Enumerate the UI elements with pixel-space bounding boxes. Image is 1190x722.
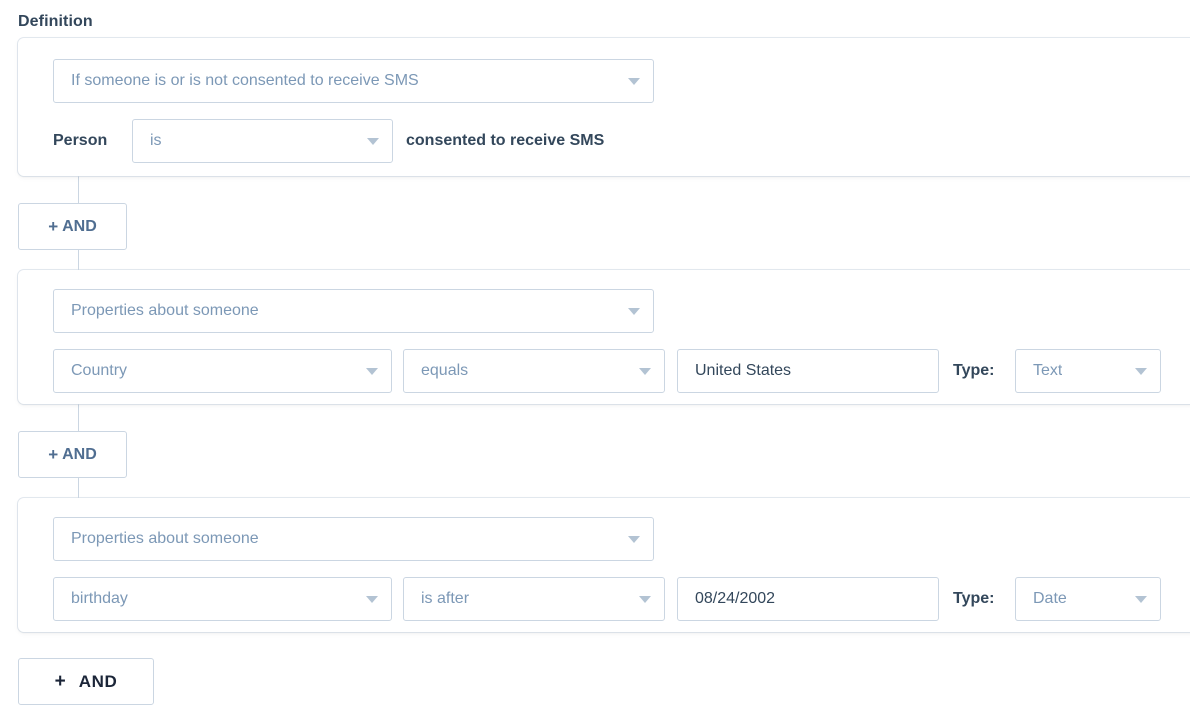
value-input-2-value: United States xyxy=(695,362,792,379)
person-label: Person xyxy=(53,132,108,149)
consent-operator-select[interactable]: is xyxy=(132,119,393,163)
chevron-down-icon xyxy=(1135,596,1147,603)
page-title: Definition xyxy=(18,13,93,30)
value-type-select-3[interactable]: Date xyxy=(1015,577,1161,621)
add-and-condition-button-2[interactable]: + AND xyxy=(18,431,127,478)
consent-suffix-label: consented to receive SMS xyxy=(406,132,605,149)
filter-group-2: Properties about someone Country equals … xyxy=(18,270,1190,404)
filter-type-select-3-value: Properties about someone xyxy=(71,530,259,547)
filter-type-select-1-value: If someone is or is not consented to rec… xyxy=(71,72,419,89)
chevron-down-icon xyxy=(628,308,640,315)
consent-operator-select-value: is xyxy=(150,132,162,149)
filter-group-1: If someone is or is not consented to rec… xyxy=(18,38,1190,176)
property-select-3[interactable]: birthday xyxy=(53,577,392,621)
value-type-select-3-value: Date xyxy=(1033,590,1067,607)
property-select-3-value: birthday xyxy=(71,590,128,607)
value-input-3-value: 08/24/2002 xyxy=(695,590,776,607)
chevron-down-icon xyxy=(367,138,379,145)
chevron-down-icon xyxy=(639,368,651,375)
filter-group-3: Properties about someone birthday is aft… xyxy=(18,498,1190,632)
add-and-condition-button-2-label: AND xyxy=(62,445,97,463)
chevron-down-icon xyxy=(366,368,378,375)
property-select-2-value: Country xyxy=(71,362,128,379)
plus-icon: + xyxy=(48,217,59,236)
value-type-select-2[interactable]: Text xyxy=(1015,349,1161,393)
add-and-group-button[interactable]: + AND xyxy=(18,658,154,705)
add-and-group-button-label: AND xyxy=(78,671,118,691)
chevron-down-icon xyxy=(639,596,651,603)
value-type-label-2: Type: xyxy=(953,362,995,379)
filter-definition-page: Definition If someone is or is not conse… xyxy=(0,0,1190,722)
plus-icon: + xyxy=(54,671,66,692)
chevron-down-icon xyxy=(628,78,640,85)
add-and-condition-button-1[interactable]: + AND xyxy=(18,203,127,250)
chevron-down-icon xyxy=(1135,368,1147,375)
filter-type-select-1[interactable]: If someone is or is not consented to rec… xyxy=(53,59,654,103)
operator-select-2-value: equals xyxy=(421,362,469,379)
value-input-3[interactable]: 08/24/2002 xyxy=(677,577,939,621)
value-type-label-3: Type: xyxy=(953,590,995,607)
plus-icon: + xyxy=(48,445,59,464)
chevron-down-icon xyxy=(366,596,378,603)
operator-select-2[interactable]: equals xyxy=(403,349,665,393)
property-select-2[interactable]: Country xyxy=(53,349,392,393)
operator-select-3[interactable]: is after xyxy=(403,577,665,621)
value-type-select-2-value: Text xyxy=(1033,362,1063,379)
chevron-down-icon xyxy=(628,536,640,543)
add-and-condition-button-1-label: AND xyxy=(62,217,97,235)
value-input-2[interactable]: United States xyxy=(677,349,939,393)
operator-select-3-value: is after xyxy=(421,590,470,607)
filter-type-select-2[interactable]: Properties about someone xyxy=(53,289,654,333)
filter-type-select-3[interactable]: Properties about someone xyxy=(53,517,654,561)
filter-type-select-2-value: Properties about someone xyxy=(71,302,259,319)
